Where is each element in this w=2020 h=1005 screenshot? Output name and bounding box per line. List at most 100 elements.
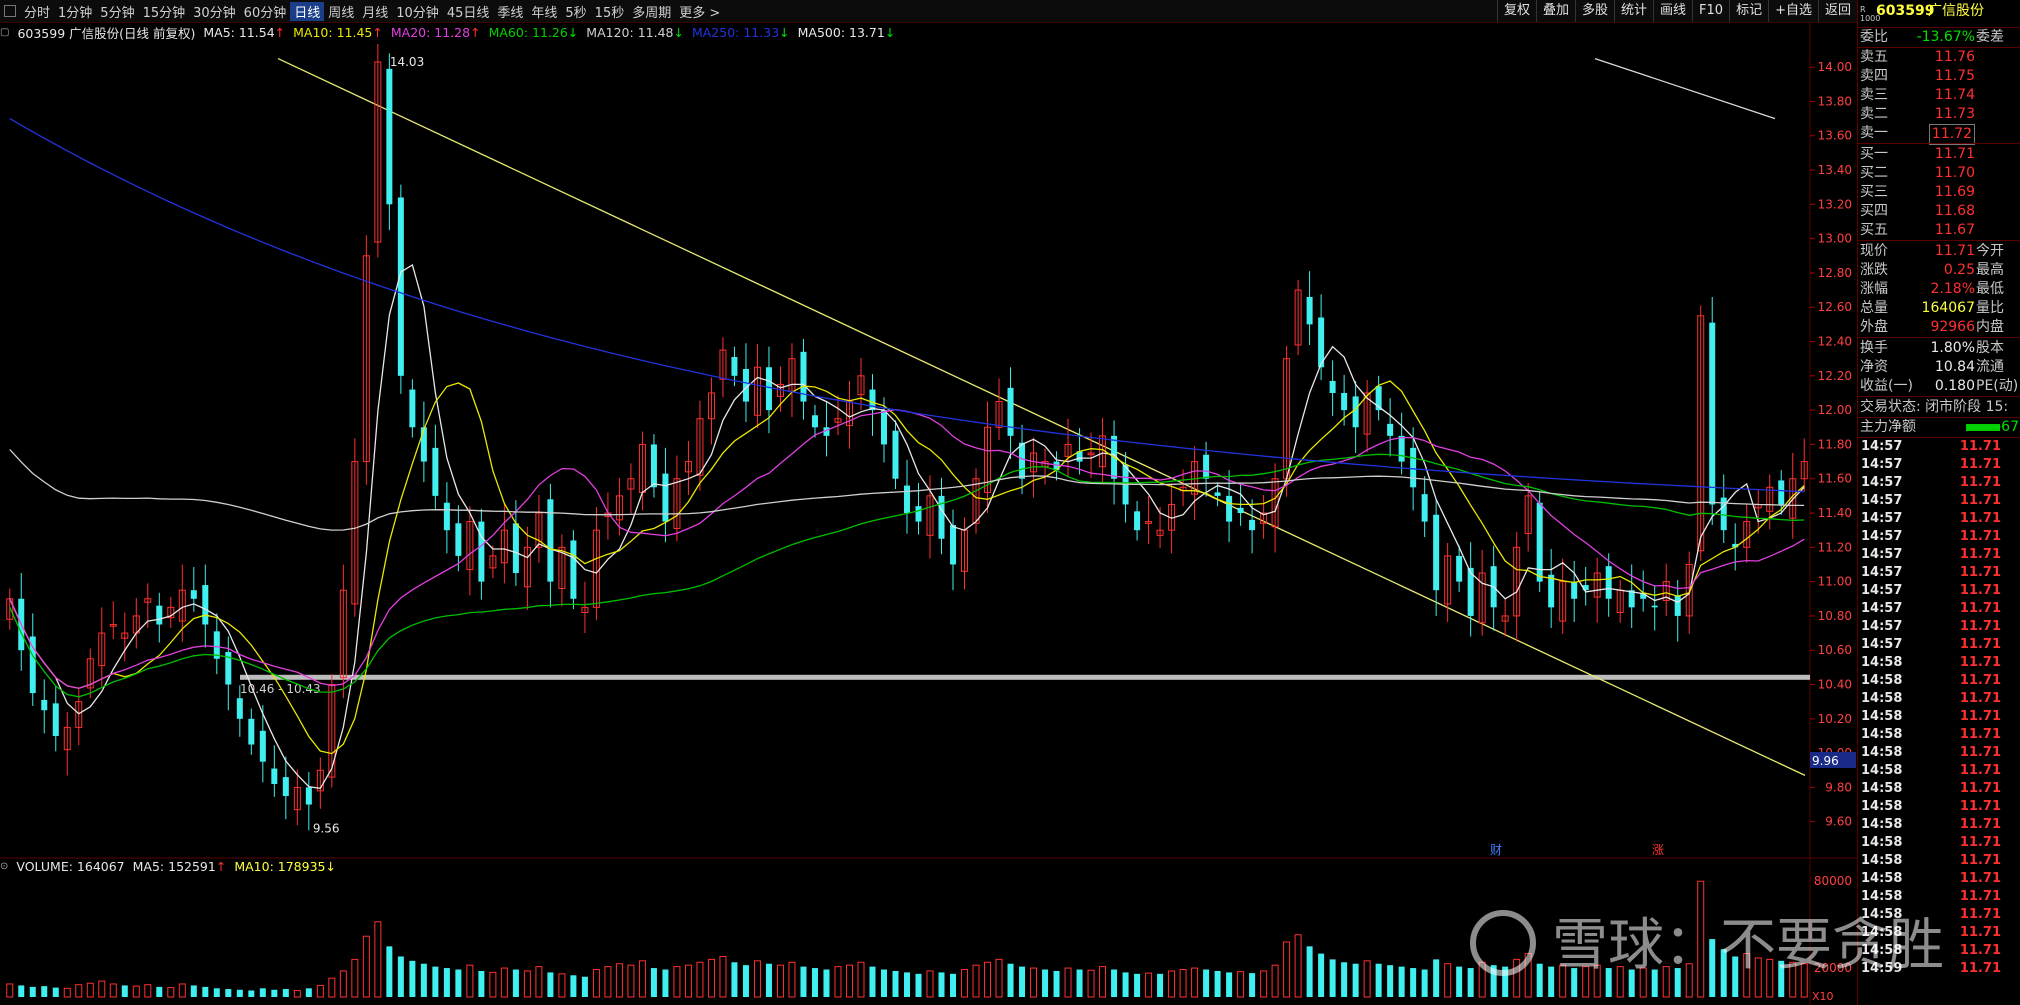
- candle-body: [1674, 595, 1681, 616]
- y-tick-label: 10.60: [1818, 643, 1852, 657]
- tick-row: 14:57 11.71: [1861, 547, 2001, 562]
- tick-row: 14:57 11.71: [1861, 529, 2001, 544]
- tick-row: 14:58 11.71: [1861, 745, 2001, 760]
- volume-bar: [1122, 972, 1129, 997]
- period-tab-2[interactable]: 5分钟: [96, 2, 138, 21]
- period-tab-11[interactable]: 季线: [493, 2, 527, 21]
- volume-menu-icon[interactable]: ⊙: [0, 861, 8, 872]
- volume-bar: [500, 967, 508, 998]
- ask-row: 卖三 11.74: [1860, 87, 1975, 103]
- stock-name: 广信股份: [1928, 3, 1984, 19]
- tool-button-2[interactable]: 多股: [1574, 0, 1614, 22]
- trend-line: [277, 57, 1806, 776]
- volume-bar: [75, 984, 83, 998]
- y-tick-label: 11.00: [1818, 575, 1852, 589]
- high-label: 14.03: [390, 55, 424, 69]
- period-tab-10[interactable]: 45日线: [443, 2, 494, 21]
- trend-line-2: [1594, 57, 1776, 120]
- period-tab-14[interactable]: 15秒: [591, 2, 629, 21]
- tick-row: 14:58 11.71: [1861, 691, 2001, 706]
- volume-bar: [41, 986, 48, 997]
- candle-body: [1134, 511, 1141, 531]
- volume-bar: [1237, 971, 1245, 998]
- y-tick-label: 10.40: [1818, 678, 1852, 692]
- tool-button-6[interactable]: 标记: [1729, 0, 1768, 22]
- volume-bar: [535, 966, 543, 998]
- ma20-line: [9, 409, 1805, 689]
- volume-bar: [1421, 969, 1428, 997]
- menu-square-icon[interactable]: [4, 5, 16, 17]
- volume-bar: [1260, 970, 1268, 998]
- tick-row: 14:57 11.71: [1861, 457, 2001, 472]
- volume-bar: [1007, 963, 1014, 997]
- volume-bar: [86, 982, 94, 998]
- price-marker-label: 9.96: [1812, 754, 1839, 768]
- y-tick-label: 11.40: [1818, 506, 1852, 520]
- tool-button-3[interactable]: 统计: [1614, 0, 1653, 22]
- period-toolbar: 分时 1分钟 5分钟 15分钟 30分钟 60分钟 日线 周线 月线 10分钟 45日线 季线 年线 5秒…: [0, 0, 1857, 23]
- volume-bar: [1352, 963, 1359, 997]
- tick-row: 14:57 11.71: [1861, 583, 2001, 598]
- ask-row: 卖五 11.76: [1860, 49, 1975, 65]
- volume-bar: [673, 966, 681, 998]
- tool-button-1[interactable]: 叠加: [1535, 0, 1575, 22]
- volume-bar: [109, 983, 117, 998]
- volume-bar: [834, 966, 842, 998]
- tick-row: 14:57 11.71: [1861, 619, 2001, 634]
- tick-row: 14:58 11.71: [1861, 799, 2001, 814]
- y-tick-label: 13.20: [1818, 197, 1852, 211]
- candle-body: [904, 485, 910, 514]
- y-tick-label: 10.20: [1818, 712, 1852, 726]
- period-tab-12[interactable]: 年线: [527, 2, 561, 21]
- volume-bar: [52, 987, 59, 997]
- low-label: 9.56: [313, 822, 340, 836]
- volume-bar: [1087, 969, 1095, 998]
- volume-bar: [293, 989, 301, 998]
- volume-ma5: MA5: 152591↑: [132, 858, 227, 874]
- period-tab-6[interactable]: 日线: [290, 1, 325, 21]
- candle-body: [1548, 574, 1555, 608]
- flow-bar: [1966, 424, 2000, 431]
- period-tab-3[interactable]: 15分钟: [139, 2, 190, 21]
- period-tab-9[interactable]: 10分钟: [392, 2, 443, 21]
- volume-bar: [190, 985, 197, 997]
- period-tab-1[interactable]: 1分钟: [54, 2, 96, 21]
- y-tick-label: 10.80: [1818, 609, 1852, 623]
- tool-button-7[interactable]: +自选: [1768, 0, 1818, 22]
- tick-row: 14:57 11.71: [1861, 511, 2001, 526]
- volume-bar: [29, 986, 36, 997]
- volume-bar: [455, 969, 462, 997]
- candle-body: [1398, 435, 1405, 462]
- tool-button-8[interactable]: 返回: [1817, 0, 1857, 22]
- period-tab-5[interactable]: 60分钟: [240, 2, 291, 21]
- tool-button-4[interactable]: 画线: [1653, 0, 1692, 22]
- volume-bar: [374, 921, 382, 998]
- period-tab-4[interactable]: 30分钟: [189, 2, 240, 21]
- period-tab-16[interactable]: 更多 >: [675, 2, 724, 21]
- period-tab-8[interactable]: 月线: [358, 2, 392, 21]
- candle-body: [547, 499, 554, 582]
- candle-body: [892, 430, 899, 479]
- volume-bar: [339, 970, 347, 998]
- volume-bar: [915, 973, 922, 997]
- quote-row: 收益(一) 0.180 PE(动): [1860, 378, 2019, 394]
- volume-bar: [765, 963, 772, 997]
- volume-bar: [1410, 968, 1417, 997]
- volume-bar: [432, 966, 439, 997]
- tool-button-0[interactable]: 复权: [1496, 0, 1536, 22]
- volume-bar: [132, 985, 140, 998]
- tool-button-5[interactable]: F10: [1692, 0, 1729, 22]
- volume-bar: [1191, 967, 1199, 998]
- period-tab-15[interactable]: 多周期: [628, 2, 675, 21]
- candle-body: [570, 540, 577, 599]
- candle-body: [1226, 495, 1233, 522]
- volume-bar: [1271, 964, 1279, 998]
- period-tab-13[interactable]: 5秒: [561, 2, 590, 21]
- volume-bar: [1099, 966, 1107, 998]
- period-tab-0[interactable]: 分时: [20, 2, 54, 21]
- volume-bar: [18, 985, 25, 997]
- candle-body: [1421, 494, 1428, 522]
- volume-bar: [719, 955, 727, 998]
- volume-bar: [1375, 963, 1382, 997]
- period-tab-7[interactable]: 周线: [324, 2, 358, 21]
